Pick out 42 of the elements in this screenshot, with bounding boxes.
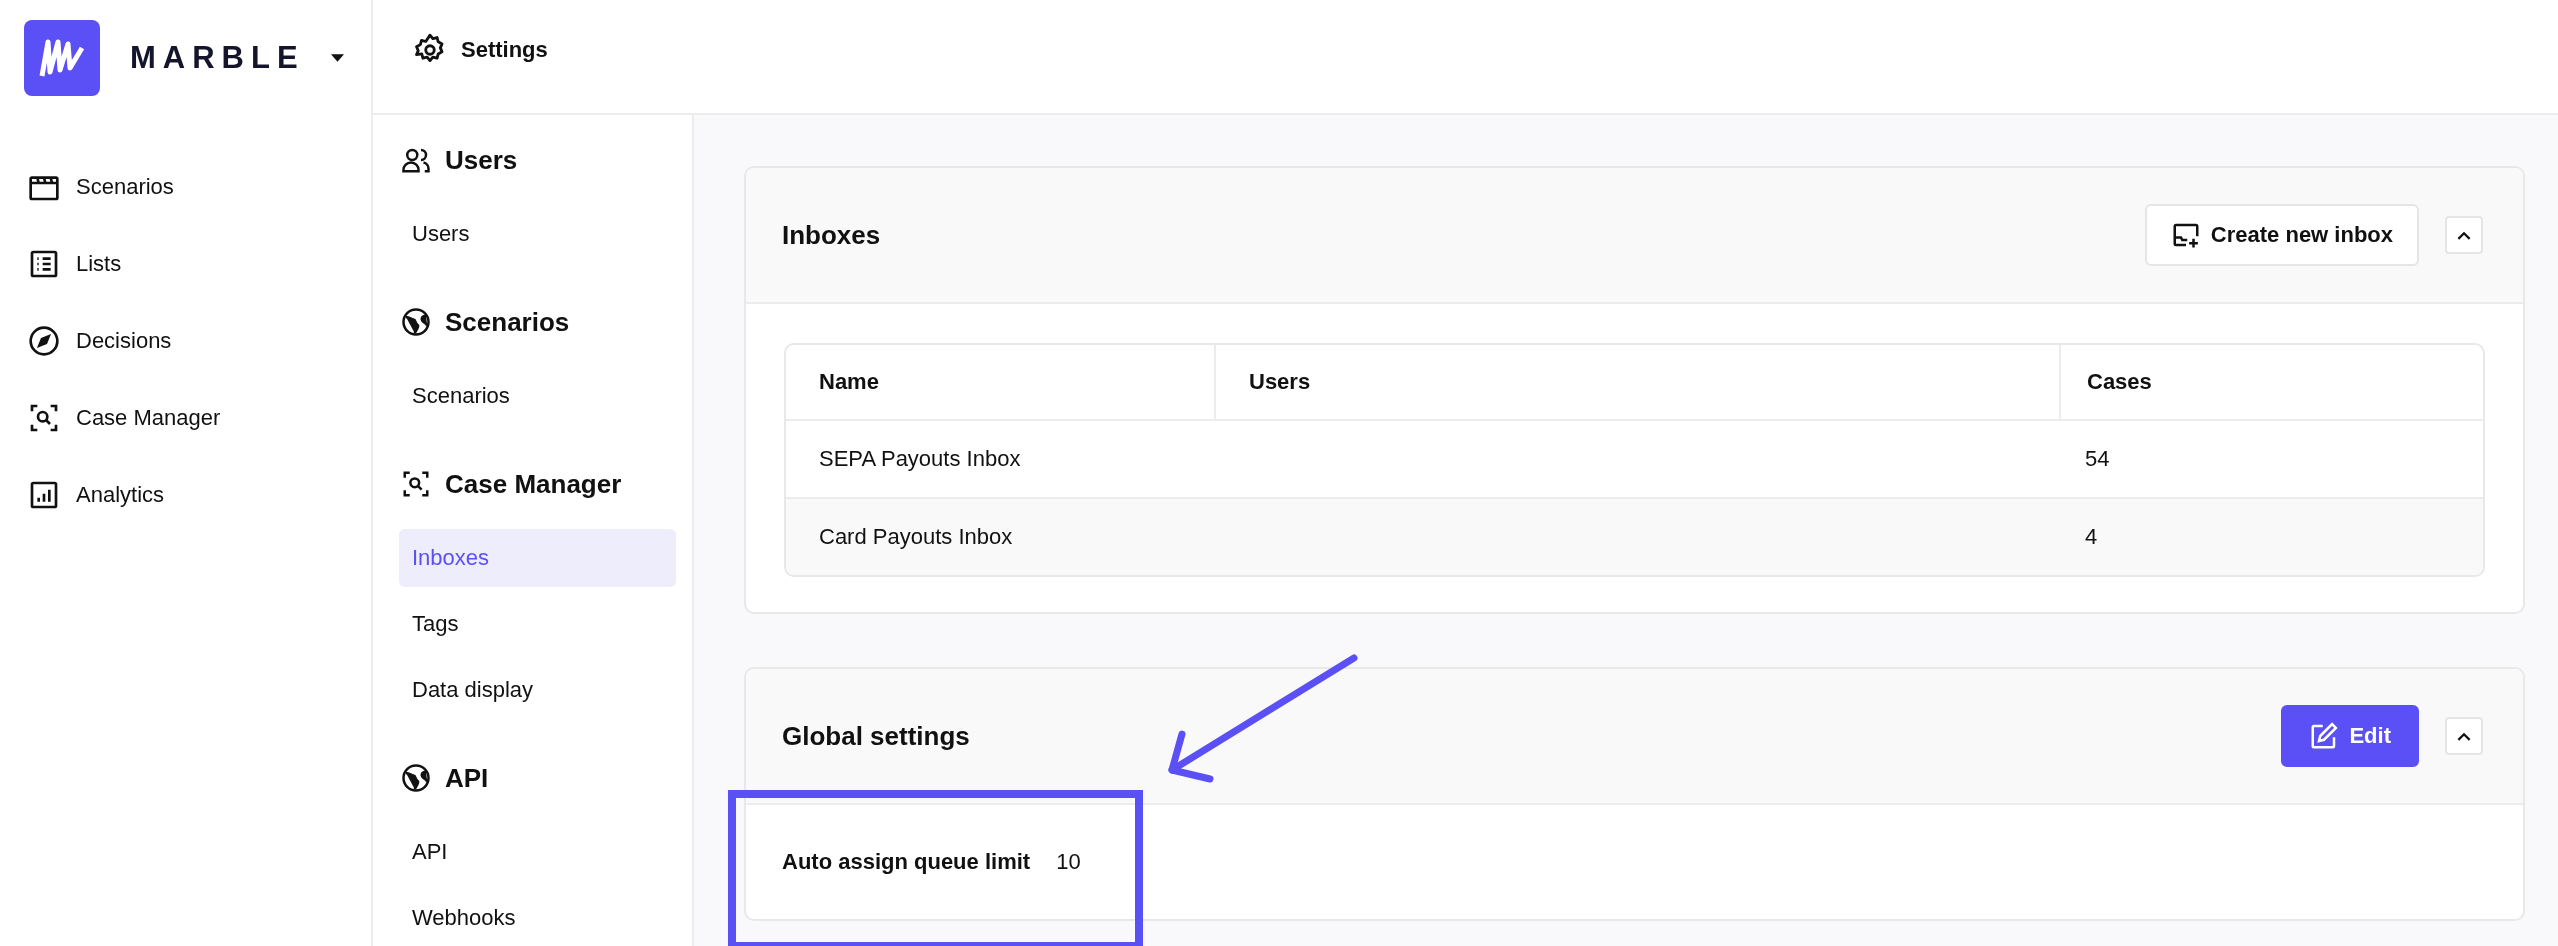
create-inbox-button[interactable]: Create new inbox: [2144, 204, 2419, 266]
nav-item[interactable]: Lists: [0, 225, 371, 302]
table-cell: 54: [2085, 446, 2110, 472]
column-header: Cases: [2059, 345, 2483, 419]
section-heading: API: [445, 762, 489, 794]
edit-icon: [2309, 721, 2340, 751]
nav-item[interactable]: Analytics: [0, 456, 371, 533]
nav-item[interactable]: Case Manager: [0, 379, 371, 456]
section-heading: Case Manager: [445, 468, 622, 500]
globe-icon: [401, 763, 431, 793]
card-title: Global settings: [782, 720, 971, 752]
section-heading: Users: [445, 144, 518, 176]
settings-nav-item[interactable]: Data display: [399, 661, 676, 719]
column-header: Name: [818, 368, 880, 396]
settings-nav-item[interactable]: Users: [399, 205, 676, 263]
compass-icon: [28, 324, 60, 357]
settings-nav-item[interactable]: API: [399, 823, 676, 881]
settings-nav-item[interactable]: Scenarios: [399, 367, 676, 425]
table-cell: 4: [2085, 524, 2098, 550]
settings-nav-item[interactable]: Webhooks: [399, 889, 676, 946]
nav-item[interactable]: Scenarios: [0, 148, 371, 225]
column-header: Users: [1214, 345, 2059, 419]
page-title: Settings: [461, 36, 548, 63]
collapse-toggle[interactable]: [2445, 717, 2483, 755]
edit-button[interactable]: Edit: [2281, 705, 2419, 767]
settings-nav-item[interactable]: Inboxes: [399, 529, 676, 587]
brand-name[interactable]: MARBLE: [130, 39, 305, 76]
marble-logo-icon: [24, 19, 100, 96]
chevron-icon: [2457, 230, 2471, 240]
card-title: Inboxes: [782, 219, 882, 251]
setting-label: Auto assign queue limit: [782, 849, 1031, 875]
collapse-toggle[interactable]: [2445, 216, 2483, 254]
settings-nav-item[interactable]: Tags: [399, 595, 676, 653]
table-cell: SEPA Payouts Inbox: [819, 446, 1021, 472]
table-cell: Card Payouts Inbox: [819, 524, 1013, 550]
nav-item[interactable]: Decisions: [0, 302, 371, 379]
scan-search-icon: [401, 469, 431, 499]
globe-icon: [401, 307, 431, 337]
section-heading: Scenarios: [445, 306, 570, 338]
caret-icon[interactable]: [330, 53, 344, 62]
setting-value: 10: [1056, 849, 1081, 875]
chevron-icon: [2457, 731, 2471, 741]
